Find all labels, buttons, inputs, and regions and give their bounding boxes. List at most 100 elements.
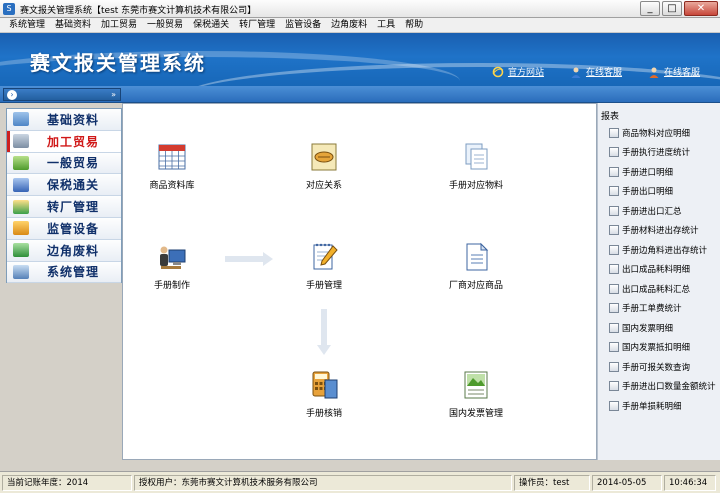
tile-manual-making[interactable]: 手册制作	[127, 240, 217, 291]
user-icon	[649, 67, 659, 78]
report-item[interactable]: 手册出口明细	[598, 182, 720, 202]
banner: 赛文报关管理系统 官方网站 在线客服 在线客服	[0, 33, 720, 86]
tile-label: 手册制作	[153, 281, 190, 291]
nav-item-transfer[interactable]: 转厂管理	[7, 196, 121, 218]
menu-scrap[interactable]: 边角废料	[326, 18, 372, 32]
report-doc-icon	[609, 400, 619, 411]
report-item-label: 国内发票抵扣明细	[622, 343, 691, 354]
menu-supervision-equipment[interactable]: 监管设备	[280, 18, 326, 32]
report-item-label: 手册边角料进出存统计	[622, 245, 708, 256]
people-computer-icon	[160, 246, 186, 269]
tile-label: 手册核销	[305, 409, 342, 419]
tile-label: 国内发票管理	[448, 409, 503, 419]
tile-invoice-manage[interactable]: 国内发票管理	[431, 368, 521, 419]
report-doc-icon	[609, 303, 619, 314]
report-doc-icon	[609, 342, 619, 353]
nav-item-basic-data[interactable]: 基础资料	[7, 109, 121, 131]
tile-correspondence[interactable]: 对应关系	[279, 140, 369, 191]
report-item[interactable]: 手册材料进出存统计	[598, 221, 720, 241]
report-doc-icon	[609, 264, 619, 275]
report-item[interactable]: 手册可报关数查询	[598, 357, 720, 377]
report-item-label: 商品物料对应明细	[622, 128, 691, 139]
sub-toolbar: › »	[0, 86, 720, 103]
brand-title: 赛文报关管理系统	[30, 51, 206, 75]
official-site-label: 官方网站	[507, 68, 544, 78]
tile-manual-manage[interactable]: 手册管理	[279, 240, 369, 291]
nav-item-scrap[interactable]: 边角废料	[7, 239, 121, 262]
menu-bar: 系统管理 基础资料 加工贸易 一般贸易 保税通关 转厂管理 监管设备 边角废料 …	[0, 18, 720, 33]
report-item-label: 手册执行进度统计	[622, 148, 691, 159]
report-item-label: 手册出口明细	[622, 187, 674, 198]
report-item[interactable]: 出口成品耗料汇总	[598, 279, 720, 299]
online-support-link-2[interactable]: 在线客服	[648, 65, 700, 78]
nav-item-processing-trade[interactable]: 加工贸易	[7, 130, 121, 153]
report-item-label: 手册进口明细	[622, 167, 674, 178]
report-item[interactable]: 手册进出口汇总	[598, 201, 720, 221]
report-item[interactable]: 出口成品耗料明细	[598, 260, 720, 280]
report-item[interactable]: 国内发票抵扣明细	[598, 338, 720, 358]
nav-item-label: 系统管理	[47, 265, 100, 280]
report-item[interactable]: 手册执行进度统计	[598, 143, 720, 163]
nav-item-label: 保税通关	[47, 178, 100, 193]
maximize-button[interactable]: □	[662, 1, 682, 16]
report-item[interactable]: 手册边角料进出存统计	[598, 240, 720, 260]
monitor-icon	[13, 177, 29, 192]
report-item[interactable]: 商品物料对应明细	[598, 123, 720, 143]
online-support-link-1[interactable]: 在线客服	[570, 65, 622, 78]
menu-transfer[interactable]: 转厂管理	[234, 18, 280, 32]
report-item[interactable]: 手册单损耗明细	[598, 396, 720, 416]
report-item[interactable]: 手册进出口数量金额统计	[598, 377, 720, 397]
nav-item-label: 边角废料	[47, 243, 100, 258]
tile-label: 对应关系	[305, 181, 342, 191]
menu-tools[interactable]: 工具	[372, 18, 400, 32]
nav-item-bonded-clearance[interactable]: 保税通关	[7, 174, 121, 197]
menu-bonded-clearance[interactable]: 保税通关	[188, 18, 234, 32]
tile-product-library[interactable]: 商品资料库	[127, 140, 217, 191]
tile-manual-materials[interactable]: 手册对应物料	[431, 140, 521, 191]
menu-general-trade[interactable]: 一般贸易	[142, 18, 188, 32]
official-site-link[interactable]: 官方网站	[492, 65, 544, 78]
report-doc-icon	[609, 381, 619, 392]
side-nav: 基础资料 加工贸易 一般贸易 保税通关 转厂管理 监管设备 边角废料 系统管理	[6, 108, 122, 284]
report-doc-icon	[609, 147, 619, 158]
online-support-label-1: 在线客服	[585, 68, 622, 78]
report-title: 报表	[601, 112, 620, 122]
app-icon: S	[3, 3, 15, 15]
report-doc-icon	[609, 205, 619, 216]
nav-item-general-trade[interactable]: 一般贸易	[7, 152, 121, 175]
invoice-image-icon	[464, 371, 488, 399]
menu-basic-data[interactable]: 基础资料	[50, 18, 96, 32]
trade-icon	[13, 155, 29, 170]
report-item[interactable]: 手册进口明细	[598, 162, 720, 182]
report-item-label: 手册材料进出存统计	[622, 226, 699, 237]
nav-toggle[interactable]: › »	[3, 88, 121, 101]
tile-vendor-goods[interactable]: 厂商对应商品	[431, 240, 521, 291]
copy-documents-icon	[465, 143, 488, 170]
calculator-icon	[312, 371, 338, 399]
document-icon	[466, 242, 489, 271]
nav-item-supervision-equipment[interactable]: 监管设备	[7, 217, 121, 240]
menu-processing-trade[interactable]: 加工贸易	[96, 18, 142, 32]
report-item-label: 手册工单费统计	[622, 304, 682, 315]
report-item-label: 手册可报关数查询	[622, 362, 691, 373]
close-button[interactable]: ✕	[684, 1, 718, 16]
menu-system[interactable]: 系统管理	[4, 18, 50, 32]
report-item[interactable]: 手册工单费统计	[598, 299, 720, 319]
box-icon	[13, 221, 29, 236]
tile-manual-verify[interactable]: 手册核销	[279, 368, 369, 419]
report-item-label: 出口成品耗料汇总	[622, 284, 691, 295]
tile-label: 手册对应物料	[448, 181, 503, 191]
report-doc-icon	[609, 283, 619, 294]
report-panel: 报表 商品物料对应明细 手册执行进度统计 手册进口明细 手册出口明细 手册进出口…	[597, 103, 720, 460]
tile-label: 厂商对应商品	[448, 281, 503, 291]
minimize-button[interactable]: _	[640, 1, 660, 16]
report-doc-icon	[609, 186, 619, 197]
report-item[interactable]: 国内发票明细	[598, 318, 720, 338]
menu-help[interactable]: 帮助	[400, 18, 428, 32]
report-item-label: 手册进出口数量金额统计	[622, 382, 716, 393]
arrow-right-icon: ›	[7, 90, 17, 100]
status-user: 授权用户：东莞市赛文计算机技术服务有限公司	[134, 474, 512, 491]
nav-item-label: 基础资料	[47, 112, 100, 127]
notepad-pencil-icon	[313, 243, 338, 270]
nav-item-system[interactable]: 系统管理	[7, 261, 121, 284]
